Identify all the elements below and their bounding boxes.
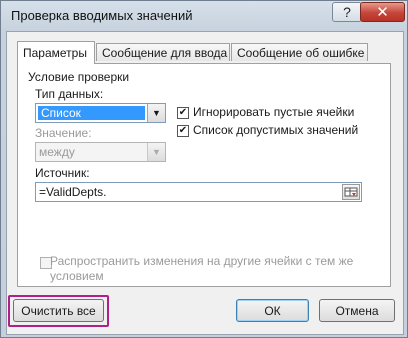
data-type-label: Тип данных: — [35, 87, 104, 101]
tab-error-alert[interactable]: Сообщение об ошибке — [231, 43, 368, 61]
highlight-frame — [8, 295, 109, 327]
settings-panel: Условие проверки Тип данных: Список ▼ Зн… — [17, 63, 391, 287]
chevron-down-icon: ▼ — [147, 143, 165, 161]
collapse-dialog-icon — [344, 187, 358, 197]
tab-input-message-label: Сообщение для ввода — [102, 46, 228, 60]
title-bar[interactable]: Проверка вводимых значений ? ✕ — [1, 1, 407, 31]
source-input[interactable]: =ValidDepts. — [35, 182, 362, 202]
validation-criteria-heading: Условие проверки — [28, 70, 130, 84]
tab-settings[interactable]: Параметры — [17, 41, 95, 64]
help-button[interactable]: ? — [332, 2, 362, 22]
range-select-button[interactable] — [342, 184, 360, 200]
ok-button[interactable]: ОК — [236, 299, 309, 322]
close-button[interactable]: ✕ — [360, 2, 405, 22]
data-type-select[interactable]: Список ▼ — [35, 103, 166, 123]
source-input-value: =ValidDepts. — [39, 185, 107, 199]
tab-error-alert-label: Сообщение об ошибке — [237, 46, 365, 60]
ok-label: ОК — [264, 303, 281, 318]
value-label: Значение: — [35, 126, 92, 140]
cancel-button[interactable]: Отмена — [319, 299, 395, 322]
close-icon: ✕ — [376, 4, 389, 21]
value-select: между ▼ — [35, 142, 166, 162]
source-label: Источник: — [35, 166, 90, 180]
value-select-value: между — [39, 145, 75, 159]
in-cell-dropdown-label: Список допустимых значений — [193, 123, 359, 137]
ignore-blank-checkbox[interactable]: ✔ — [177, 107, 189, 119]
tab-settings-label: Параметры — [23, 46, 87, 60]
dialog-title: Проверка вводимых значений — [11, 8, 193, 23]
in-cell-dropdown-checkbox[interactable]: ✔ — [177, 125, 189, 137]
cancel-label: Отмена — [335, 303, 379, 318]
dialog-window: Проверка вводимых значений ? ✕ Параметры… — [0, 0, 408, 338]
apply-all-label: Распространить изменения на другие ячейк… — [50, 254, 354, 283]
data-type-value: Список — [38, 106, 145, 120]
chevron-down-icon[interactable]: ▼ — [147, 104, 165, 122]
ignore-blank-label: Игнорировать пустые ячейки — [193, 105, 355, 119]
tab-input-message[interactable]: Сообщение для ввода — [96, 43, 230, 61]
help-icon: ? — [343, 4, 351, 20]
dialog-body: Параметры Сообщение для ввода Сообщение … — [6, 31, 404, 335]
